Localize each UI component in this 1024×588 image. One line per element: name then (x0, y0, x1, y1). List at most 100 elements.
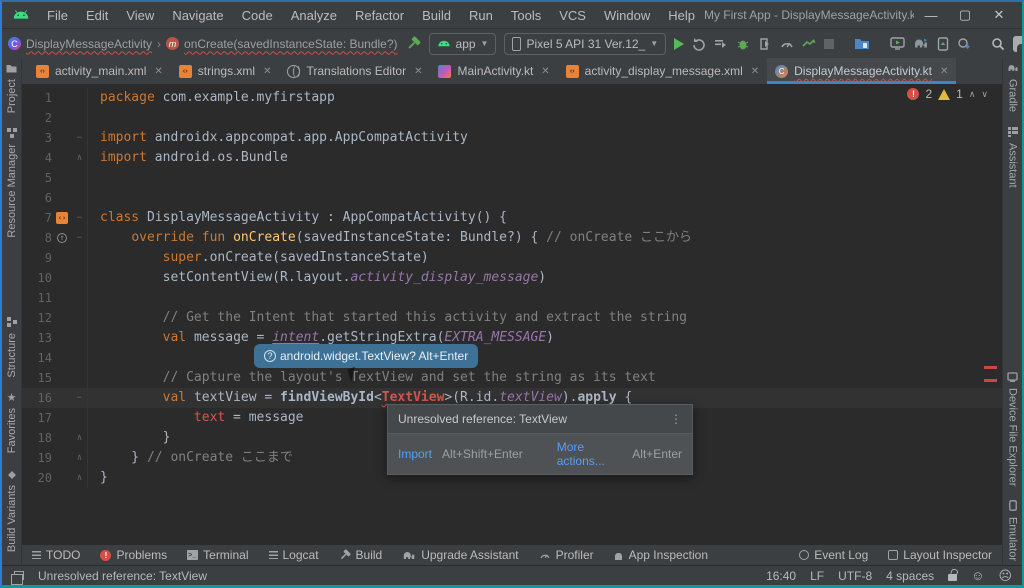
debug-icon[interactable] (736, 33, 750, 55)
menu-edit[interactable]: Edit (77, 8, 117, 23)
code-line[interactable]: 10 setContentView(R.layout.activity_disp… (22, 268, 1002, 288)
profiler-toolwindow[interactable]: Profiler (539, 548, 594, 562)
code-line[interactable]: 14 (22, 348, 1002, 368)
readonly-lock-icon[interactable] (948, 574, 957, 581)
close-tab-icon[interactable]: ✕ (414, 66, 422, 77)
code-line[interactable]: 4∧import android.os.Bundle (22, 148, 1002, 168)
upgrade-assistant-toolwindow[interactable]: Upgrade Assistant (402, 548, 518, 562)
maximize-button[interactable]: ▢ (948, 7, 982, 23)
build-toolwindow[interactable]: Build (339, 548, 383, 562)
sidebar-item-resource-manager[interactable]: Resource Manager (6, 127, 18, 238)
code-line[interactable]: 15 // Capture the layout's TextView and … (22, 368, 1002, 388)
event-log-button[interactable]: Event Log (799, 548, 868, 562)
code-line[interactable]: 13 val message = intent.getStringExtra(E… (22, 328, 1002, 348)
code-line[interactable]: 6 (22, 188, 1002, 208)
sidebar-item-gradle[interactable]: Gradle (1007, 62, 1019, 112)
menu-vcs[interactable]: VCS (550, 8, 595, 23)
run-button[interactable] (674, 33, 684, 55)
tab-activity-main-xml[interactable]: ‹› activity_main.xml ✕ (28, 58, 171, 84)
apply-changes-icon[interactable] (692, 33, 706, 55)
code-line[interactable]: 11 (22, 288, 1002, 308)
gradle-sync-icon[interactable] (913, 33, 929, 55)
profiler-icon[interactable] (780, 33, 794, 55)
layout-inspector-button[interactable]: Layout Inspector (888, 548, 992, 562)
menu-analyze[interactable]: Analyze (282, 8, 346, 23)
close-tab-icon[interactable]: ✕ (541, 66, 549, 77)
code-line[interactable]: 9 super.onCreate(savedInstanceState) (22, 248, 1002, 268)
error-stripe-mark[interactable] (984, 379, 997, 382)
search-everywhere-icon[interactable] (991, 33, 1005, 55)
happy-feedback-icon[interactable]: ☺ (971, 568, 984, 583)
run-configuration-select[interactable]: app ▼ (429, 33, 497, 55)
sidebar-item-favorites[interactable]: ★ Favorites (6, 391, 18, 453)
running-devices-icon[interactable] (890, 33, 905, 55)
tab-mainactivity-kt[interactable]: MainActivity.kt ✕ (430, 58, 557, 84)
sidebar-item-structure[interactable]: Structure (6, 316, 18, 378)
code-line[interactable]: 8↑− override fun onCreate(savedInstanceS… (22, 228, 1002, 248)
more-options-icon[interactable]: ⋮ (670, 412, 682, 426)
fold-marker[interactable]: − (72, 388, 88, 408)
menu-code[interactable]: Code (233, 8, 282, 23)
device-manager-icon[interactable] (854, 33, 870, 55)
fold-marker[interactable]: − (72, 128, 88, 148)
code-line[interactable]: 2 (22, 108, 1002, 128)
prev-error-icon[interactable]: ∧ (969, 89, 976, 100)
fold-marker[interactable]: ∧ (72, 448, 88, 468)
menu-window[interactable]: Window (595, 8, 659, 23)
sad-feedback-icon[interactable]: ☹ (998, 568, 1012, 584)
menu-view[interactable]: View (117, 8, 163, 23)
todo-toolwindow[interactable]: TODO (32, 548, 80, 562)
device-select[interactable]: Pixel 5 API 31 Ver.12_ ▼ (504, 33, 666, 55)
menu-build[interactable]: Build (413, 8, 460, 23)
code-line[interactable]: 1package com.example.myfirstapp (22, 88, 1002, 108)
caret-position[interactable]: 16:40 (766, 569, 796, 583)
menu-file[interactable]: File (38, 8, 77, 23)
fold-marker[interactable]: − (72, 208, 88, 228)
more-actions-link[interactable]: More actions... (557, 440, 623, 468)
sdk-manager-icon[interactable] (937, 33, 949, 55)
fold-marker[interactable]: ∧ (72, 148, 88, 168)
error-stripe-mark[interactable] (984, 366, 997, 369)
app-inspection-toolwindow[interactable]: App Inspection (614, 548, 708, 562)
code-line[interactable]: 5 (22, 168, 1002, 188)
menu-run[interactable]: Run (460, 8, 502, 23)
close-tab-icon[interactable]: ✕ (751, 66, 759, 77)
updates-icon[interactable] (957, 33, 971, 55)
fold-marker[interactable]: ∧ (72, 428, 88, 448)
tool-windows-icon[interactable] (14, 571, 24, 580)
next-error-icon[interactable]: ∨ (981, 89, 988, 100)
apply-code-changes-icon[interactable] (714, 33, 728, 55)
code-line[interactable]: 7‹›−class DisplayMessageActivity : AppCo… (22, 208, 1002, 228)
close-tab-icon[interactable]: ✕ (263, 66, 271, 77)
close-tab-icon[interactable]: ✕ (154, 66, 162, 77)
tab-translations-editor[interactable]: Translations Editor ✕ (279, 58, 430, 84)
breadcrumb-method[interactable]: onCreate(savedInstanceState: Bundle?) (184, 37, 397, 51)
code-line[interactable]: 12 // Get the Intent that started this a… (22, 308, 1002, 328)
tab-strings-xml[interactable]: ‹› strings.xml ✕ (171, 58, 280, 84)
breadcrumb-class[interactable]: DisplayMessageActivity (26, 37, 152, 51)
close-tab-icon[interactable]: ✕ (940, 66, 948, 77)
line-ending[interactable]: LF (810, 569, 824, 583)
profile-avatar[interactable] (1013, 33, 1024, 55)
minimize-button[interactable]: — (914, 8, 948, 23)
sidebar-item-project[interactable]: Project (6, 62, 18, 113)
file-encoding[interactable]: UTF-8 (838, 569, 872, 583)
sidebar-item-build-variants[interactable]: Build Variants (6, 468, 18, 552)
tab-displaymessageactivity-kt[interactable]: C DisplayMessageActivity.kt ✕ (767, 58, 956, 84)
stop-icon[interactable] (824, 33, 834, 55)
code-editor[interactable]: 1package com.example.myfirstapp23−import… (22, 84, 1002, 544)
inspection-widget[interactable]: ! 2 1 ∧ ∨ (903, 86, 992, 102)
build-hammer-icon[interactable] (406, 33, 421, 55)
indent-setting[interactable]: 4 spaces (886, 569, 934, 583)
terminal-toolwindow[interactable]: >_Terminal (187, 548, 248, 562)
fold-marker[interactable]: − (72, 228, 88, 248)
menu-tools[interactable]: Tools (502, 8, 550, 23)
tab-activity-display-message-xml[interactable]: ‹› activity_display_message.xml ✕ (558, 58, 767, 84)
profile-app-icon[interactable] (802, 33, 816, 55)
close-button[interactable]: ✕ (982, 7, 1016, 23)
menu-refactor[interactable]: Refactor (346, 8, 413, 23)
menu-navigate[interactable]: Navigate (163, 8, 232, 23)
fold-marker[interactable]: ∧ (72, 468, 88, 488)
sidebar-item-device-file-explorer[interactable]: Device File Explorer (1007, 371, 1019, 486)
sidebar-item-assistant[interactable]: Assistant (1007, 126, 1019, 188)
